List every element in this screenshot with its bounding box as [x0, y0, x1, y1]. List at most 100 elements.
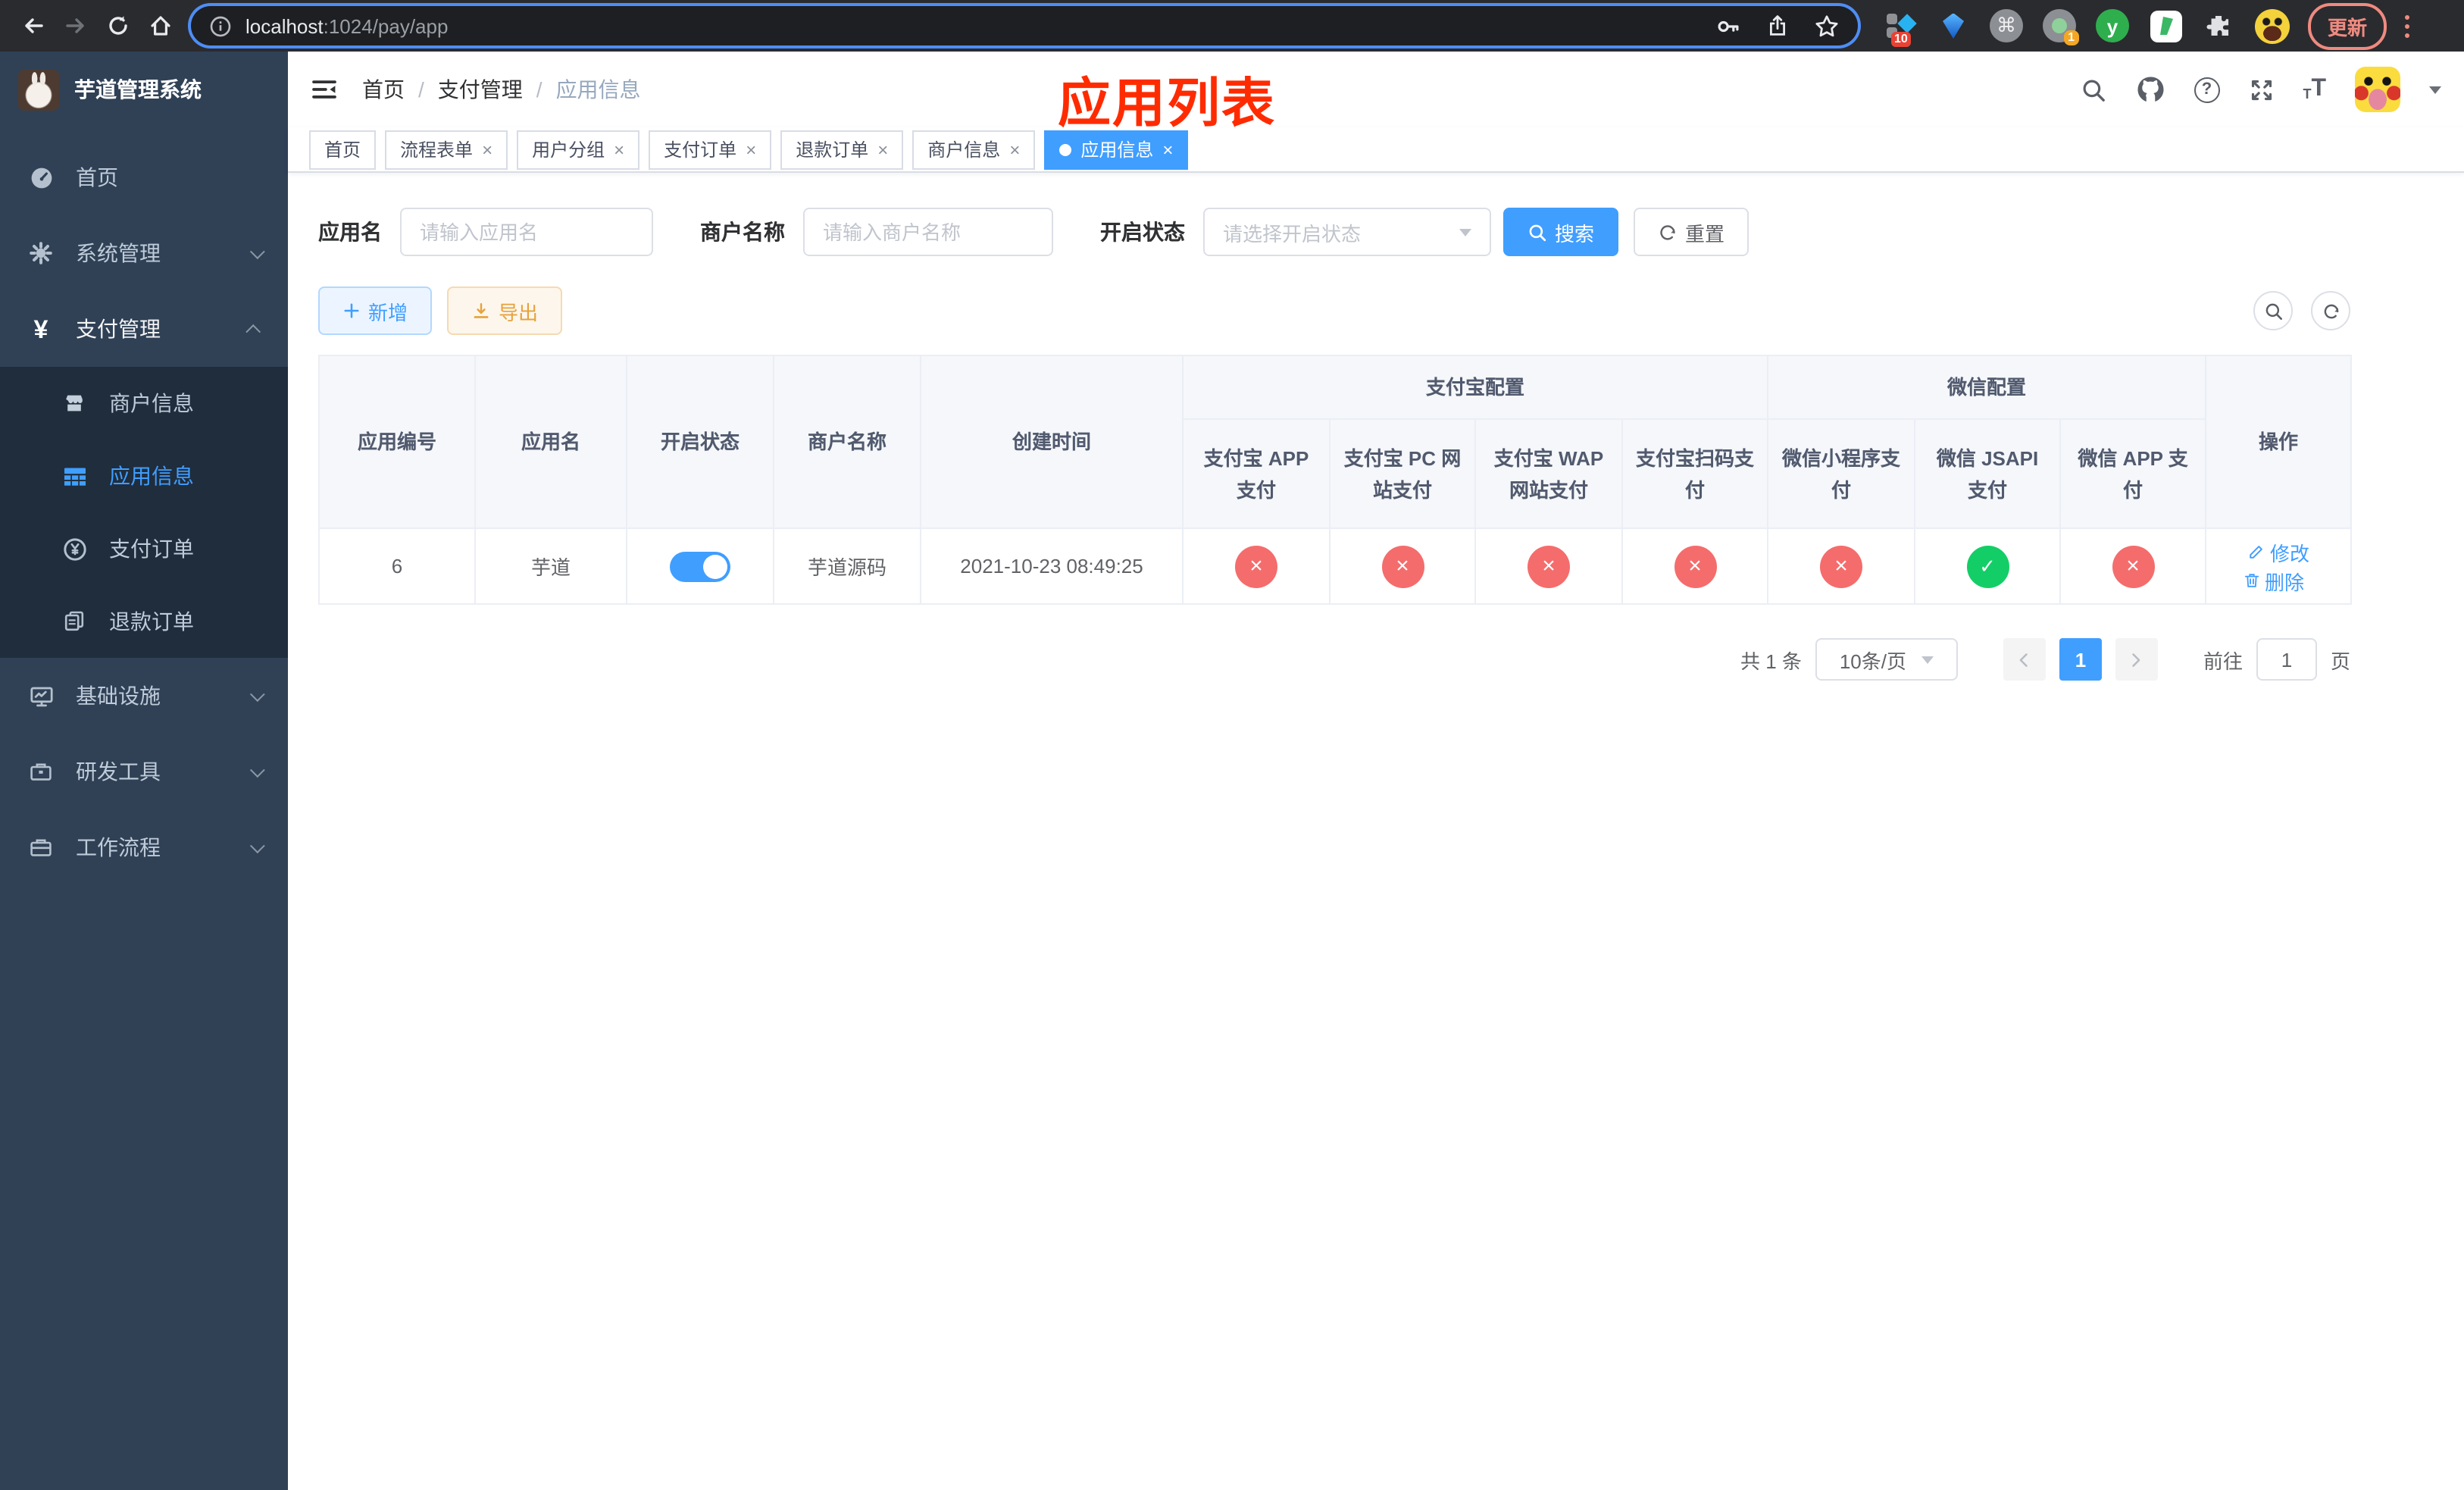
- extension-badge: 1: [2063, 30, 2079, 45]
- gear-icon: [27, 241, 55, 265]
- app-logo: 芋道管理系统: [0, 52, 288, 127]
- sidebar-item-workflow[interactable]: 工作流程: [0, 809, 288, 885]
- browser-reload-icon[interactable]: [97, 5, 139, 47]
- col-header-alipay-pc: 支付宝 PC 网站支付: [1329, 418, 1476, 529]
- sidebar-item-dev-tools[interactable]: 研发工具: [0, 734, 288, 809]
- sidebar-item-infrastructure[interactable]: 基础设施: [0, 658, 288, 734]
- share-icon[interactable]: [1765, 14, 1790, 38]
- sidebar-item-pay-order[interactable]: 支付订单: [0, 512, 288, 585]
- sidebar-item-home[interactable]: 首页: [0, 139, 288, 215]
- merchant-name-input[interactable]: [803, 208, 1053, 256]
- font-size-icon[interactable]: [2303, 77, 2326, 102]
- browser-update-button[interactable]: 更新: [2308, 2, 2387, 49]
- status-toggle[interactable]: [670, 551, 730, 581]
- url-bar[interactable]: localhost:1024/pay/app: [191, 6, 1858, 45]
- extension-notes-icon[interactable]: [2147, 8, 2184, 44]
- chevron-down-icon: [249, 762, 265, 778]
- tab-process-form[interactable]: 流程表单: [385, 130, 508, 169]
- browser-menu-icon[interactable]: [2399, 8, 2416, 43]
- user-avatar[interactable]: [2355, 67, 2400, 112]
- screen: localhost:1024/pay/app 10 ⌘ 1 y 更新 应用列表 …: [0, 0, 2464, 1490]
- tab-app-info[interactable]: 应用信息: [1044, 130, 1189, 169]
- site-info-icon[interactable]: [209, 14, 232, 37]
- sidebar-item-merchant-info[interactable]: 商户信息: [0, 367, 288, 440]
- col-header-wechat-jsapi: 微信 JSAPI 支付: [1914, 418, 2062, 529]
- close-icon[interactable]: [746, 140, 756, 158]
- cell-merchant: 芋道源码: [773, 527, 921, 605]
- close-icon[interactable]: [482, 140, 492, 158]
- header-search-icon[interactable]: [2080, 77, 2106, 102]
- fullscreen-icon[interactable]: [2248, 77, 2274, 102]
- sidebar-item-app-info[interactable]: 应用信息: [0, 440, 288, 512]
- tab-refund-order[interactable]: 退款订单: [780, 130, 904, 169]
- group-header-alipay: 支付宝配置: [1181, 355, 1769, 420]
- app-table: 应用编号 应用名 开启状态 商户名称 创建时间 支付宝配置 微信配置 操作 支付…: [318, 355, 2353, 605]
- sidebar-item-system[interactable]: 系统管理: [0, 215, 288, 291]
- goto-page-input[interactable]: [2256, 638, 2317, 681]
- bookmark-star-icon[interactable]: [1814, 13, 1840, 39]
- extension-yuque-icon[interactable]: y: [2094, 8, 2131, 44]
- tab-home[interactable]: 首页: [309, 130, 377, 169]
- sidebar-item-refund-order[interactable]: 退款订单: [0, 585, 288, 658]
- app-name-input[interactable]: [400, 208, 653, 256]
- prev-page-button[interactable]: [2003, 638, 2046, 681]
- github-icon[interactable]: [2134, 74, 2165, 105]
- extension-sidekick-icon[interactable]: 10: [1882, 8, 1918, 47]
- col-header-wechat-app: 微信 APP 支付: [2059, 418, 2207, 529]
- extension-gem-icon[interactable]: [1935, 8, 1972, 44]
- chevron-down-icon: [1459, 228, 1471, 236]
- add-button[interactable]: 新增: [318, 286, 433, 335]
- group-header-wechat: 微信配置: [1767, 355, 2207, 420]
- extensions-puzzle-icon[interactable]: [2200, 8, 2237, 44]
- cell-created: 2021-10-23 08:49:25: [920, 527, 1184, 605]
- close-icon[interactable]: [614, 140, 624, 158]
- tab-merchant-info[interactable]: 商户信息: [912, 130, 1036, 169]
- sidebar-item-payment[interactable]: ¥ 支付管理: [0, 291, 288, 367]
- chevron-up-icon: [245, 323, 261, 339]
- edit-link[interactable]: 修改: [2247, 537, 2309, 566]
- close-icon[interactable]: [877, 140, 888, 158]
- close-icon[interactable]: [1162, 140, 1173, 158]
- avatar-caret-icon[interactable]: [2429, 86, 2441, 93]
- refresh-button[interactable]: [2311, 291, 2350, 330]
- reset-button[interactable]: 重置: [1634, 208, 1750, 256]
- chevron-down-icon: [249, 837, 265, 853]
- close-icon[interactable]: [1009, 140, 1020, 158]
- help-icon[interactable]: ?: [2194, 77, 2220, 102]
- delete-link[interactable]: 删除: [2242, 566, 2304, 595]
- password-key-icon[interactable]: [1715, 13, 1741, 39]
- browser-back-icon[interactable]: [12, 5, 55, 47]
- browser-forward-icon[interactable]: [55, 5, 97, 47]
- toggle-search-button[interactable]: [2253, 291, 2293, 330]
- url-text: localhost:1024/pay/app: [245, 14, 449, 37]
- browser-home-icon[interactable]: [139, 5, 182, 47]
- app-name-label: 应用名: [318, 220, 382, 244]
- app-title: 芋道管理系统: [74, 77, 202, 102]
- extension-recorder-icon[interactable]: 1: [2041, 8, 2079, 45]
- status-label: 开启状态: [1100, 220, 1185, 244]
- page-size-select[interactable]: 10条/页: [1815, 638, 1958, 681]
- pagination: 共 1 条 10条/页 1 前往 1 页: [318, 638, 2350, 681]
- col-header-wechat-mini: 微信小程序支付: [1767, 418, 1916, 529]
- goto-prefix: 前往: [2203, 650, 2243, 672]
- breadcrumb-current: 应用信息: [555, 77, 641, 102]
- tab-pay-order[interactable]: 支付订单: [649, 130, 772, 169]
- status-select[interactable]: 请选择开启状态: [1203, 208, 1491, 256]
- breadcrumb: 首页 / 支付管理 / 应用信息: [362, 74, 641, 105]
- yen-circle-icon: [61, 536, 88, 562]
- page-number-button[interactable]: 1: [2059, 638, 2102, 681]
- sidebar-collapse-icon[interactable]: [311, 76, 338, 103]
- search-button[interactable]: 搜索: [1503, 208, 1619, 256]
- grid-table-icon: [61, 463, 88, 489]
- table-row: 6 芋道 芋道源码 2021-10-23 08:49:25 × × × × × …: [318, 527, 2353, 605]
- documents-icon: [61, 609, 88, 634]
- next-page-button[interactable]: [2115, 638, 2158, 681]
- col-header-merchant: 商户名称: [773, 355, 921, 529]
- browser-profile-avatar[interactable]: [2253, 8, 2290, 44]
- export-button[interactable]: 导出: [447, 286, 563, 335]
- breadcrumb-home[interactable]: 首页: [362, 74, 405, 105]
- extension-command-icon[interactable]: ⌘: [1988, 8, 2025, 44]
- chevron-down-icon: [249, 686, 265, 702]
- tab-user-group[interactable]: 用户分组: [517, 130, 640, 169]
- breadcrumb-payment[interactable]: 支付管理: [438, 74, 523, 105]
